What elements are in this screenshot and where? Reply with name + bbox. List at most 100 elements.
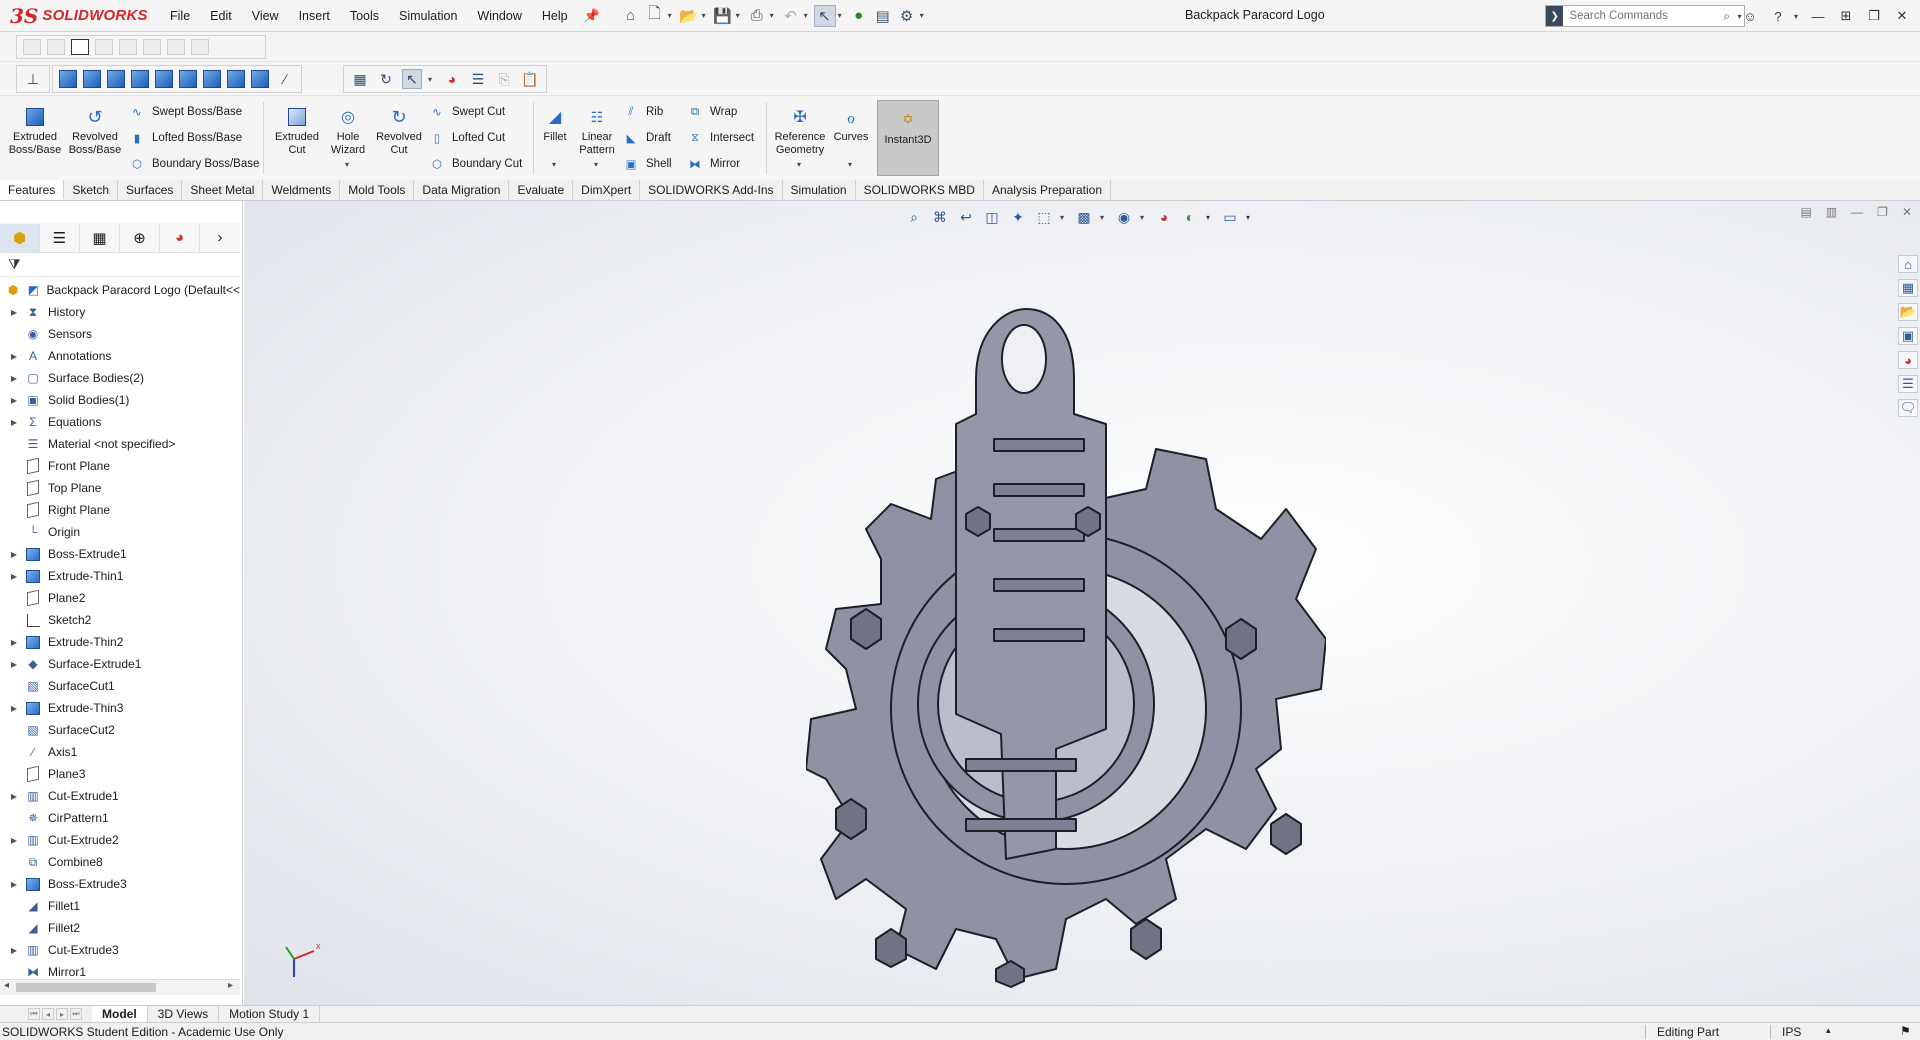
draft-button[interactable]: ◣ Draft bbox=[622, 127, 671, 149]
tree-item[interactable]: Right Plane bbox=[0, 499, 240, 521]
expand-arrow-icon[interactable]: ▶ bbox=[8, 946, 20, 955]
unit-system-dropdown[interactable]: ▴ bbox=[1826, 1025, 1831, 1036]
tree-filter[interactable]: ⧩ bbox=[0, 253, 240, 277]
backpack-paracord-logo-model[interactable] bbox=[806, 209, 1326, 989]
tree-item[interactable]: Front Plane bbox=[0, 455, 240, 477]
boundary-boss-button[interactable]: ⬡ Boundary Boss/Base bbox=[128, 153, 259, 175]
tree-item[interactable]: Top Plane bbox=[0, 477, 240, 499]
tab-mbd[interactable]: SOLIDWORKS MBD bbox=[856, 180, 984, 200]
expand-arrow-icon[interactable]: ▶ bbox=[8, 374, 20, 383]
menu-simulation[interactable]: Simulation bbox=[389, 0, 467, 32]
print-dropdown-arrow[interactable]: ▾ bbox=[770, 11, 778, 20]
select-cursor-icon[interactable]: ↖ bbox=[813, 4, 836, 27]
expand-arrow-icon[interactable]: ▶ bbox=[8, 396, 20, 405]
wrap-button[interactable]: ⧉ Wrap bbox=[686, 101, 737, 123]
new-dropdown-arrow[interactable]: ▾ bbox=[668, 11, 676, 20]
reference-geometry-dropdown[interactable]: ▾ bbox=[797, 160, 801, 169]
extruded-cut-button[interactable]: Extruded Cut bbox=[268, 106, 326, 168]
panel-expand-chevron-icon[interactable]: › bbox=[200, 224, 240, 252]
menu-insert[interactable]: Insert bbox=[289, 0, 340, 32]
save-dropdown-arrow[interactable]: ▾ bbox=[736, 11, 744, 20]
tree-item[interactable]: ▧ SurfaceCut2 bbox=[0, 719, 240, 741]
tab-motion-study-1[interactable]: Motion Study 1 bbox=[219, 1005, 321, 1023]
home-icon[interactable]: ⌂ bbox=[620, 5, 642, 27]
minimize-icon[interactable]: — bbox=[1806, 9, 1830, 24]
expand-arrow-icon[interactable]: ▶ bbox=[8, 638, 20, 647]
search-input[interactable] bbox=[1563, 10, 1724, 22]
curves-dropdown[interactable]: ▾ bbox=[848, 160, 852, 169]
menu-edit[interactable]: Edit bbox=[200, 0, 242, 32]
forum-icon[interactable]: 🗨 bbox=[1898, 399, 1918, 417]
rebuild-status-icon[interactable]: ⚑ bbox=[1900, 1024, 1911, 1038]
tree-item[interactable]: ▶ Boss-Extrude1 bbox=[0, 543, 240, 565]
tab-sheet-metal[interactable]: Sheet Metal bbox=[182, 180, 264, 200]
left-view-icon[interactable] bbox=[107, 70, 125, 88]
expand-arrow-icon[interactable]: ▶ bbox=[8, 308, 20, 317]
copy-icon[interactable]: ⎘ bbox=[494, 69, 514, 89]
rebuild-icon[interactable]: ↻ bbox=[376, 69, 396, 89]
options-gear-icon[interactable]: ⚙ bbox=[896, 5, 918, 27]
file-explorer-icon[interactable]: 📂 bbox=[1898, 303, 1918, 321]
tree-item[interactable]: ▶ ▣ Solid Bodies(1) bbox=[0, 389, 240, 411]
swept-boss-button[interactable]: ∿ Swept Boss/Base bbox=[128, 101, 242, 123]
expand-arrow-icon[interactable]: ▶ bbox=[8, 792, 20, 801]
configuration-manager-tab-icon[interactable]: ▦ bbox=[80, 223, 120, 252]
options-list-icon[interactable]: ☰ bbox=[468, 69, 488, 89]
tree-item[interactable]: ☰ Material <not specified> bbox=[0, 433, 240, 455]
save-icon[interactable]: 💾 bbox=[712, 5, 734, 27]
tree-item[interactable]: ▶ Extrude-Thin1 bbox=[0, 565, 240, 587]
right-view-icon[interactable] bbox=[131, 70, 149, 88]
linear-pattern-dropdown[interactable]: ▾ bbox=[594, 160, 598, 169]
tree-item[interactable]: ▶ ▥ Cut-Extrude3 bbox=[0, 939, 240, 961]
expand-arrow-icon[interactable]: ▶ bbox=[8, 660, 20, 669]
search-commands-box[interactable]: ❯ ⌕ ▾ bbox=[1545, 5, 1745, 27]
select-arrow-icon[interactable]: ↖ bbox=[402, 69, 422, 89]
feature-manager-tab-icon[interactable]: ⬢ bbox=[0, 223, 40, 252]
view-palette-icon[interactable]: ▣ bbox=[1898, 327, 1918, 345]
magnifier-icon[interactable]: ⌕ bbox=[1723, 9, 1737, 24]
menu-view[interactable]: View bbox=[242, 0, 289, 32]
trimetric-view-icon[interactable] bbox=[227, 70, 245, 88]
tab-mold-tools[interactable]: Mold Tools bbox=[340, 180, 415, 200]
shell-button[interactable]: ▣ Shell bbox=[622, 153, 672, 175]
expand-arrow-icon[interactable]: ▶ bbox=[8, 550, 20, 559]
scroll-right-arrow-icon[interactable]: ▸ bbox=[228, 980, 233, 991]
filter-funnel-icon[interactable]: ⧩ bbox=[8, 256, 21, 273]
menu-help[interactable]: Help bbox=[532, 0, 578, 32]
last-tab-arrow-icon[interactable]: ⏭ bbox=[70, 1008, 82, 1020]
hole-wizard-button[interactable]: ◎ Hole Wizard bbox=[319, 106, 377, 168]
tab-model[interactable]: Model bbox=[92, 1005, 148, 1023]
select-dropdown-arrow[interactable]: ▾ bbox=[838, 11, 846, 20]
linear-pattern-button[interactable]: ☷ Linear Pattern bbox=[567, 106, 627, 168]
scroll-thumb[interactable] bbox=[16, 983, 156, 992]
sketch-tool-icon[interactable] bbox=[71, 39, 89, 55]
expand-arrow-icon[interactable]: ▶ bbox=[8, 836, 20, 845]
appearance-icon[interactable]: ◕ bbox=[442, 69, 462, 89]
tree-item[interactable]: Sketch2 bbox=[0, 609, 240, 631]
tile-windows-icon[interactable]: ⊞ bbox=[1834, 8, 1858, 24]
help-question-icon[interactable]: ? bbox=[1766, 9, 1790, 24]
tree-item[interactable]: ▶ ▥ Cut-Extrude1 bbox=[0, 785, 240, 807]
tree-item[interactable]: ▶ ⧗ History bbox=[0, 301, 240, 323]
tab-3d-views[interactable]: 3D Views bbox=[148, 1005, 220, 1023]
expand-arrow-icon[interactable]: ▶ bbox=[8, 704, 20, 713]
custom-properties-icon[interactable]: ☰ bbox=[1898, 375, 1918, 393]
scroll-left-arrow-icon[interactable]: ◂ bbox=[4, 980, 9, 991]
tab-weldments[interactable]: Weldments bbox=[263, 180, 341, 200]
file-properties-icon[interactable]: ▤ bbox=[872, 5, 894, 27]
expand-arrow-icon[interactable]: ▶ bbox=[8, 880, 20, 889]
tree-item[interactable]: └ Origin bbox=[0, 521, 240, 543]
appearances-scenes-icon[interactable]: ◕ bbox=[1898, 351, 1918, 369]
viewport-split-right-icon[interactable]: ▥ bbox=[1826, 205, 1837, 219]
expand-arrow-icon[interactable]: ▶ bbox=[8, 418, 20, 427]
tab-dimxpert[interactable]: DimXpert bbox=[573, 180, 641, 200]
open-folder-icon[interactable]: 📂 bbox=[678, 5, 700, 27]
swept-cut-button[interactable]: ∿ Swept Cut bbox=[428, 101, 505, 123]
sketch-tool-icon[interactable] bbox=[191, 39, 209, 55]
pin-menu-icon[interactable]: 📌 bbox=[582, 8, 602, 24]
boundary-cut-button[interactable]: ⬡ Boundary Cut bbox=[428, 153, 522, 175]
undo-dropdown-arrow[interactable]: ▾ bbox=[804, 11, 812, 20]
normal-to-icon[interactable]: ⊥ bbox=[23, 69, 43, 89]
tree-item[interactable]: Plane2 bbox=[0, 587, 240, 609]
fillet-dropdown[interactable]: ▾ bbox=[552, 160, 556, 169]
